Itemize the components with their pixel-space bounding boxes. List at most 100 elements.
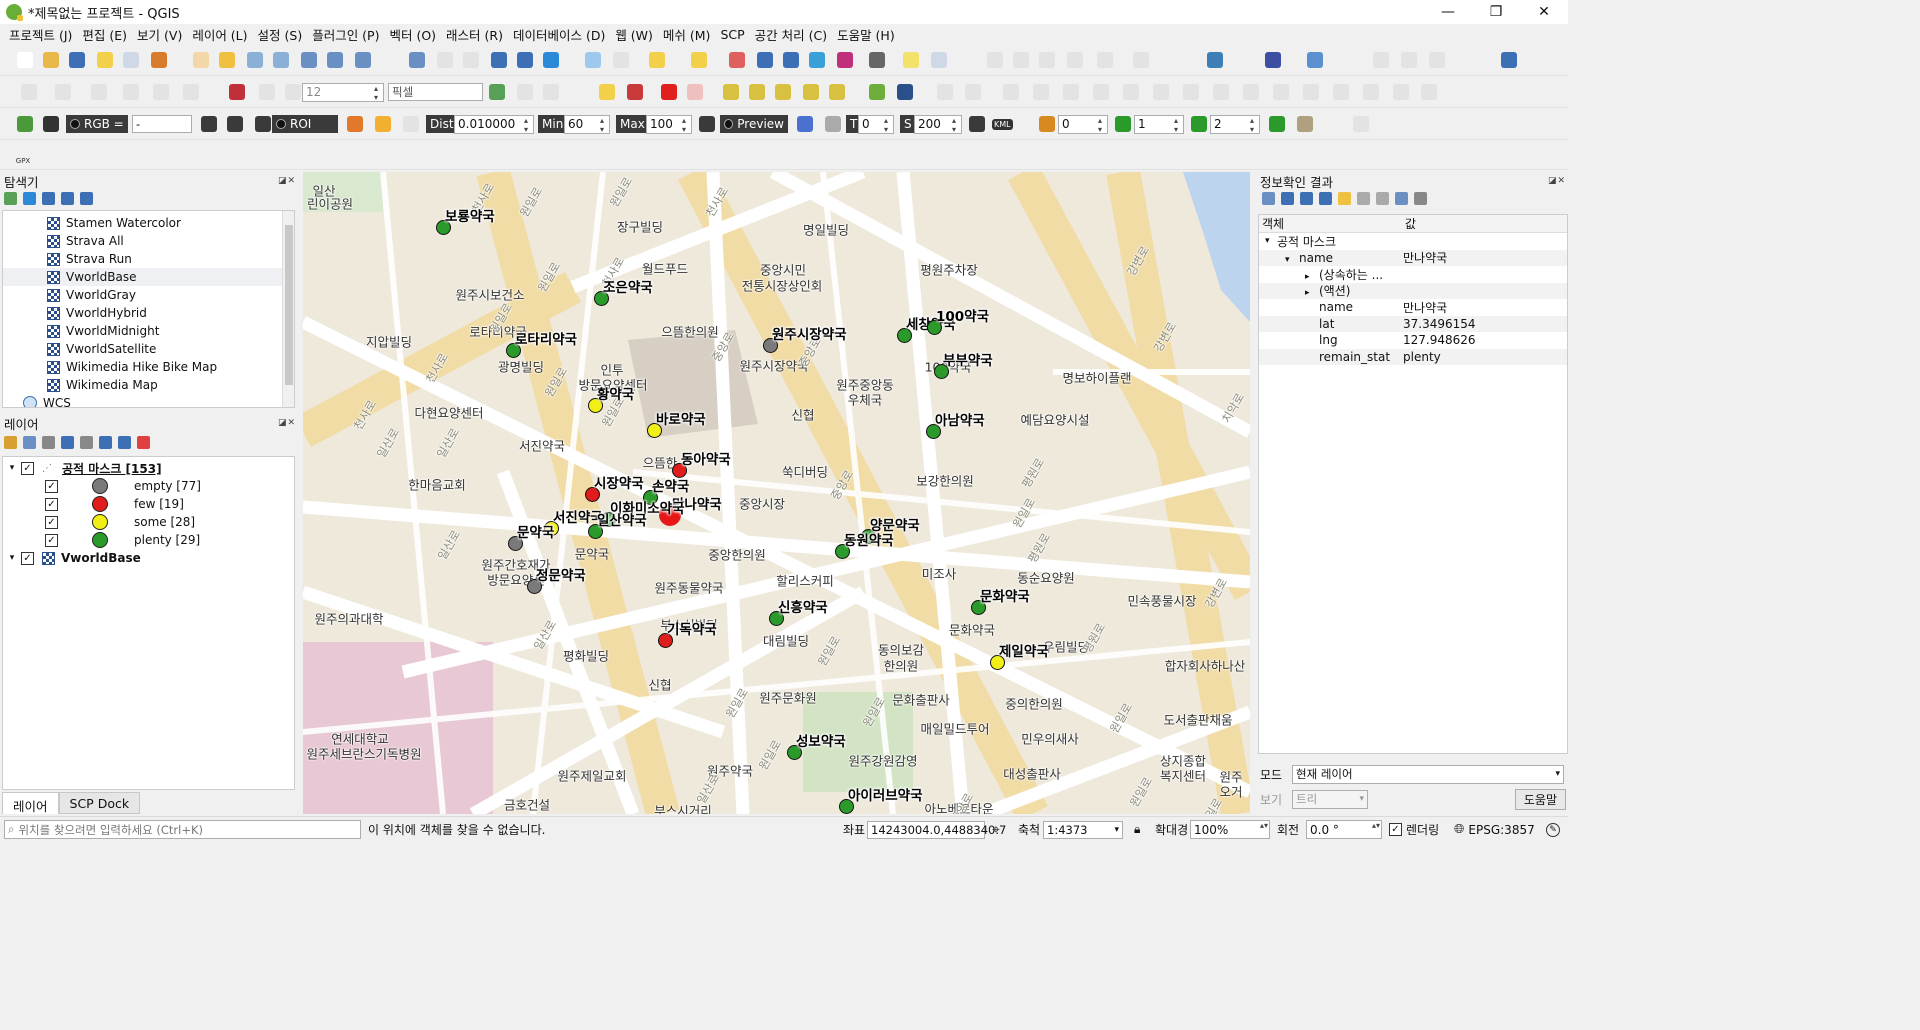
band-a-spinbox[interactable]: 0: [1058, 113, 1108, 135]
classification-preview-icon[interactable]: [794, 113, 816, 135]
menu-item-11[interactable]: SCP: [715, 27, 749, 42]
zoom-full-icon[interactable]: [298, 49, 320, 71]
map-canvas[interactable]: 일산 린이공원 원주시보건소 로타리약국 지압빌딩 광명빌딩 인투 방문요양센터 다현요양센터 서…: [303, 172, 1250, 814]
legend-checkbox[interactable]: ✓: [45, 497, 58, 511]
coordinate-field[interactable]: 14243004.0,4488340.7: [867, 820, 1006, 839]
layer-visibility-checkbox[interactable]: ✓: [21, 551, 34, 565]
browser-tool-1-icon[interactable]: [23, 192, 36, 205]
zoom-input-icon[interactable]: [40, 113, 62, 135]
plot2-icon[interactable]: [1398, 49, 1420, 71]
menu-item-8[interactable]: 데이터베이스 (D): [508, 25, 610, 44]
identify-attribute-row[interactable]: remain_stat plenty: [1259, 348, 1567, 365]
identify-tool-1-icon[interactable]: [1281, 192, 1294, 205]
identify-tool-5-icon[interactable]: [1357, 192, 1370, 205]
reshape-icon[interactable]: [1210, 81, 1232, 103]
render-checkbox[interactable]: ✓ 렌더링: [1389, 820, 1439, 839]
save-project-icon[interactable]: [66, 49, 88, 71]
help-icon[interactable]: [1262, 49, 1284, 71]
legend-checkbox[interactable]: ✓: [45, 515, 58, 529]
move-label-icon[interactable]: [746, 81, 768, 103]
layer-row-vworldbase[interactable]: ▾ ✓ VworldBase: [3, 549, 294, 567]
style-manager-icon[interactable]: [148, 49, 170, 71]
layer-visibility-checkbox[interactable]: ✓: [21, 461, 34, 475]
move-feature-icon[interactable]: [1030, 81, 1052, 103]
layers-tool-6-icon[interactable]: [118, 436, 131, 449]
processing-toolbox-icon[interactable]: [806, 49, 828, 71]
dist-spinbox[interactable]: 0.010000: [454, 113, 534, 135]
redo-icon[interactable]: [1360, 81, 1382, 103]
tools-icon[interactable]: [1350, 113, 1372, 135]
pan-icon[interactable]: [190, 49, 212, 71]
browser-item[interactable]: VworldMidnight: [3, 322, 294, 340]
layers-tool-4-icon[interactable]: [80, 436, 93, 449]
snapping-magnet-icon[interactable]: [226, 81, 248, 103]
browser-scrollbar[interactable]: [282, 211, 294, 407]
identify-tool-4-icon[interactable]: [1338, 192, 1351, 205]
deselect-icon[interactable]: [726, 49, 748, 71]
browser-tree[interactable]: Stamen Watercolor Strava All Strava Run Vwo…: [2, 210, 295, 408]
menu-item-0[interactable]: 프로젝트 (J): [4, 25, 77, 44]
browser-item[interactable]: Stamen Watercolor: [3, 214, 294, 232]
browser-tool-0-icon[interactable]: [4, 192, 17, 205]
show-labels-icon[interactable]: [720, 81, 742, 103]
identify-attribute-row[interactable]: name 만나약국: [1259, 299, 1567, 316]
zoom-layer-icon[interactable]: [352, 49, 374, 71]
legend-item[interactable]: ✓ empty [77]: [3, 477, 294, 495]
plot3-icon[interactable]: [1426, 49, 1448, 71]
rgb-select[interactable]: -: [132, 113, 192, 135]
menu-item-4[interactable]: 설정 (S): [253, 25, 308, 44]
select-icon[interactable]: [646, 49, 668, 71]
merge-icon[interactable]: [180, 81, 202, 103]
zoom-last-icon[interactable]: [434, 49, 456, 71]
identify-attribute-row[interactable]: ▸ (액션): [1259, 282, 1567, 299]
tab-scp-dock[interactable]: SCP Dock: [58, 792, 141, 814]
scale-feature-icon[interactable]: [1090, 81, 1112, 103]
merge-attrs-icon[interactable]: [1270, 81, 1292, 103]
mode-select[interactable]: 현재 레이어 ▾: [1292, 764, 1564, 784]
refresh-icon[interactable]: [540, 49, 562, 71]
help-button[interactable]: 도움말: [1514, 788, 1566, 810]
create-roi-icon[interactable]: [344, 113, 366, 135]
panel-float-close-icon[interactable]: ◪✕: [278, 176, 296, 186]
save-edits-icon[interactable]: [1036, 49, 1058, 71]
statistics-icon[interactable]: [834, 49, 856, 71]
identify-layer-row[interactable]: ▾ 공적 마스크: [1259, 233, 1567, 250]
layer-tree[interactable]: ▾ ✓ ⋰ 공적 마스크 [153] ✓ empty [77] ✓ few [19] ✓…: [2, 456, 295, 790]
band-b-spinbox[interactable]: 1: [1134, 113, 1184, 135]
highlight-pinned-icon[interactable]: [684, 81, 706, 103]
t-spinbox[interactable]: 0: [858, 113, 894, 135]
show-bookmarks-icon[interactable]: [514, 49, 536, 71]
browser-tool-4-icon[interactable]: [80, 192, 93, 205]
scp-main-icon[interactable]: [14, 113, 36, 135]
simplify-icon[interactable]: [1120, 81, 1142, 103]
menu-item-6[interactable]: 벡터 (O): [384, 25, 441, 44]
band-set-next3-icon[interactable]: [1266, 113, 1288, 135]
digitize-shape-icon[interactable]: [18, 81, 40, 103]
browser-item[interactable]: Strava Run: [3, 250, 294, 268]
identify-attribute-row[interactable]: lat 37.3496154: [1259, 315, 1567, 332]
snap-vertex-icon[interactable]: [282, 81, 304, 103]
database-icon[interactable]: [1498, 49, 1520, 71]
identify-tool-2-icon[interactable]: [1300, 192, 1313, 205]
field-calculator-icon[interactable]: [780, 49, 802, 71]
identify-attribute-row[interactable]: ▸ (상속하는 ...: [1259, 266, 1567, 283]
identify-tool-0-icon[interactable]: [1262, 192, 1275, 205]
split-icon[interactable]: [1240, 81, 1262, 103]
browser-item[interactable]: Strava All: [3, 232, 294, 250]
identify-attribute-row[interactable]: ▾ name 만나약국: [1259, 249, 1567, 266]
identify-tool-3-icon[interactable]: [1319, 192, 1332, 205]
expand-arrow-icon[interactable]: ▸: [1305, 288, 1319, 298]
regular-shape-icon[interactable]: [1418, 81, 1440, 103]
s-spinbox[interactable]: 200: [914, 113, 962, 135]
add-part-icon[interactable]: [1150, 81, 1172, 103]
column-header-feature[interactable]: 객체: [1259, 215, 1403, 232]
add-roi-icon[interactable]: [372, 113, 394, 135]
browser-item[interactable]: VworldGray: [3, 286, 294, 304]
browser-tool-3-icon[interactable]: [61, 192, 74, 205]
gpx-import-icon[interactable]: GPX: [12, 144, 34, 166]
browser-item[interactable]: VworldHybrid: [3, 304, 294, 322]
rotate-label-icon[interactable]: [772, 81, 794, 103]
identify-icon[interactable]: [582, 49, 604, 71]
open-project-icon[interactable]: [40, 49, 62, 71]
pan-to-selection-icon[interactable]: [216, 49, 238, 71]
